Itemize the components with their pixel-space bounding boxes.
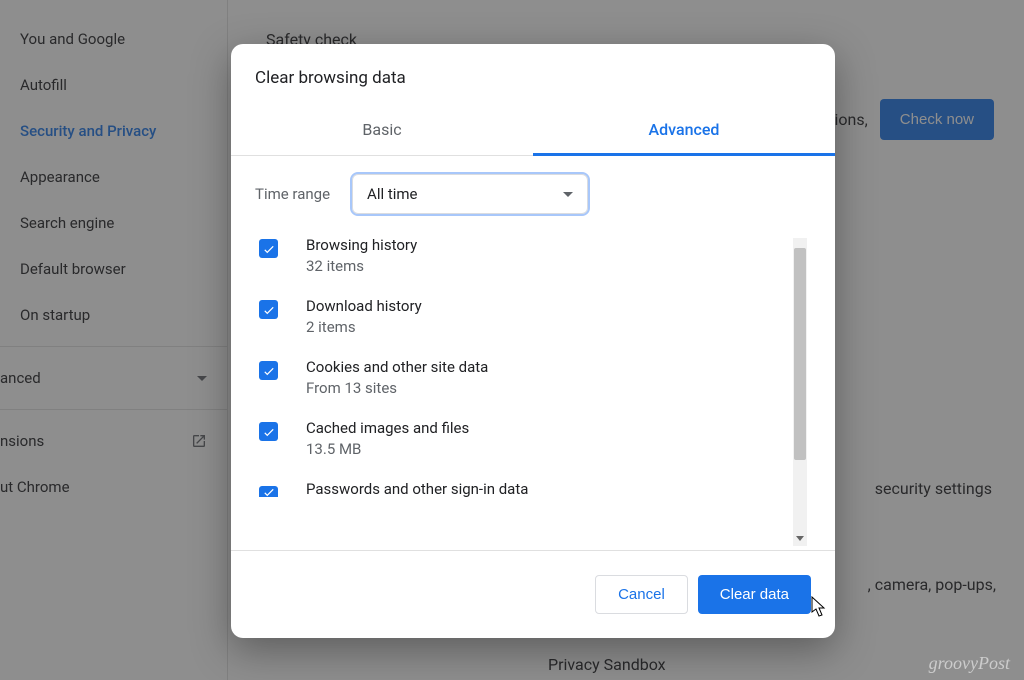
clear-item-cookies[interactable]: Cookies and other site data From 13 site…	[255, 358, 811, 397]
clear-item-sub: 32 items	[306, 257, 417, 275]
time-range-select[interactable]: All time	[352, 174, 588, 214]
checkbox-checked-icon[interactable]	[259, 361, 278, 380]
time-range-value: All time	[367, 185, 417, 203]
dialog-title: Clear browsing data	[231, 44, 835, 106]
tab-advanced[interactable]: Advanced	[533, 106, 835, 155]
clear-item-browsing-history[interactable]: Browsing history 32 items	[255, 236, 811, 275]
clear-item-title: Cached images and files	[306, 419, 469, 437]
cancel-button[interactable]: Cancel	[595, 575, 688, 614]
clear-browsing-data-dialog: Clear browsing data Basic Advanced Time …	[231, 44, 835, 638]
scrollbar-track[interactable]	[793, 238, 807, 546]
checkbox-checked-icon[interactable]	[259, 486, 278, 497]
time-range-label: Time range	[255, 185, 330, 203]
checkbox-checked-icon[interactable]	[259, 300, 278, 319]
clear-item-cached[interactable]: Cached images and files 13.5 MB	[255, 419, 811, 458]
clear-item-sub: From 13 sites	[306, 379, 488, 397]
clear-item-title: Download history	[306, 297, 422, 315]
clear-item-passwords[interactable]: Passwords and other sign-in data	[255, 480, 811, 501]
checkbox-checked-icon[interactable]	[259, 422, 278, 441]
clear-data-button[interactable]: Clear data	[698, 575, 811, 614]
clear-item-download-history[interactable]: Download history 2 items	[255, 297, 811, 336]
clear-item-sub: 2 items	[306, 318, 422, 336]
mouse-cursor-icon	[811, 596, 827, 618]
clear-item-title: Passwords and other sign-in data	[306, 480, 528, 498]
scrollbar-down-button[interactable]	[793, 530, 807, 546]
tab-basic[interactable]: Basic	[231, 106, 533, 155]
scrollbar-thumb[interactable]	[794, 248, 806, 460]
clear-item-title: Browsing history	[306, 236, 417, 254]
checkbox-checked-icon[interactable]	[259, 239, 278, 258]
triangle-down-icon	[796, 536, 804, 541]
clear-item-title: Cookies and other site data	[306, 358, 488, 376]
watermark-text: groovyPost	[929, 653, 1010, 674]
chevron-down-icon	[563, 192, 573, 197]
clear-items-list: Browsing history 32 items Download histo…	[255, 236, 811, 546]
clear-item-sub: 13.5 MB	[306, 440, 469, 458]
dialog-tabs: Basic Advanced	[231, 106, 835, 156]
